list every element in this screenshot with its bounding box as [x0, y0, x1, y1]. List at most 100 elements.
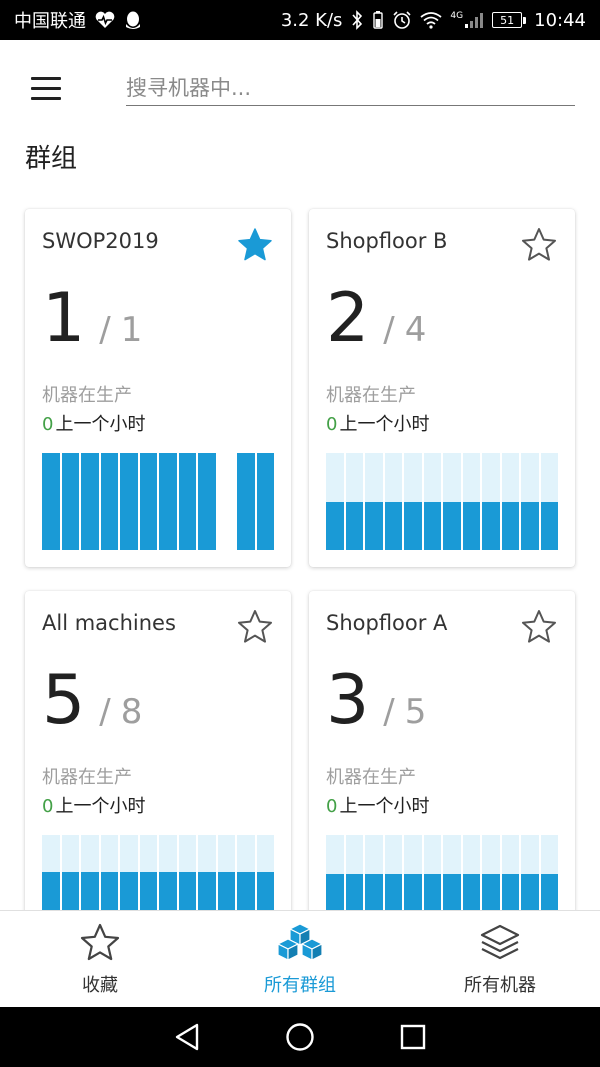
- activity-bar: [384, 453, 402, 550]
- activity-bar-fill: [100, 453, 118, 550]
- vibrate-battery-icon: [372, 10, 384, 30]
- heart-pulse-icon: [94, 11, 116, 29]
- clock: 10:44: [534, 9, 586, 31]
- activity-bar: [139, 453, 157, 550]
- count-separator: /: [99, 692, 111, 732]
- battery-icon: 51: [492, 12, 527, 28]
- menu-line: [31, 76, 61, 80]
- activity-bar-fill: [404, 501, 422, 550]
- activity-bar-fill: [326, 501, 344, 550]
- bottom-nav: 收藏 所有群组 所有机器: [0, 910, 600, 1007]
- activity-bar: [61, 453, 79, 550]
- activity-bar-fill: [198, 453, 216, 550]
- active-count: 1: [42, 279, 86, 358]
- activity-bar: [404, 453, 422, 550]
- group-card-shopfloor-b[interactable]: Shopfloor B 2 / 4 机器在生产 0 上一个小时: [309, 209, 575, 567]
- activity-bar-fill: [482, 501, 500, 550]
- active-count: 5: [42, 661, 86, 740]
- group-name: Shopfloor A: [326, 611, 448, 635]
- last-hour-stat: 0 上一个小时: [326, 410, 429, 436]
- last-hour-label: 上一个小时: [55, 796, 146, 817]
- star-filled-icon[interactable]: [235, 225, 275, 265]
- star-outline-icon[interactable]: [519, 607, 559, 647]
- activity-bar: [237, 453, 255, 550]
- search-box: [126, 70, 575, 106]
- activity-bar: [42, 453, 60, 550]
- activity-bar-fill: [120, 453, 138, 550]
- carrier-name: 中国联通: [14, 11, 86, 32]
- system-nav-bar: [0, 1007, 600, 1067]
- back-triangle-icon[interactable]: [167, 1017, 207, 1057]
- nav-all-machines[interactable]: 所有机器: [400, 911, 600, 1007]
- last-hour-label: 上一个小时: [55, 414, 146, 435]
- cubes-icon: [277, 923, 323, 961]
- activity-bar-fill: [443, 501, 461, 550]
- producing-label: 机器在生产: [42, 767, 132, 788]
- menu-line: [31, 86, 61, 90]
- activity-bar: [178, 453, 196, 550]
- activity-bar: [501, 453, 519, 550]
- total-count: 1: [120, 310, 143, 350]
- battery-tip: [523, 16, 527, 24]
- machine-count: 1 / 1: [42, 285, 142, 353]
- app-bar: [0, 40, 600, 132]
- activity-bar-fill: [237, 453, 255, 550]
- group-card-swop2019[interactable]: SWOP2019 1 / 1 机器在生产 0 上一个小时: [25, 209, 291, 567]
- last-hour-stat: 0 上一个小时: [42, 792, 145, 818]
- status-bar-right: 3.2 K/s 4G 51 10:44: [281, 10, 586, 31]
- producing-label: 机器在生产: [42, 385, 132, 406]
- activity-bar: [159, 453, 177, 550]
- activity-bar-fill: [462, 501, 480, 550]
- group-name: SWOP2019: [42, 229, 159, 253]
- activity-bar: [540, 453, 558, 550]
- activity-bars: [42, 453, 274, 550]
- activity-bar: [423, 453, 441, 550]
- activity-bar: [120, 453, 138, 550]
- activity-bar-fill: [178, 453, 196, 550]
- activity-bar: [462, 453, 480, 550]
- group-name: All machines: [42, 611, 176, 635]
- nav-favorites[interactable]: 收藏: [0, 911, 200, 1007]
- star-outline-icon: [80, 923, 120, 961]
- hamburger-menu-icon[interactable]: [22, 68, 70, 108]
- last-hour-label: 上一个小时: [339, 796, 430, 817]
- count-separator: /: [99, 310, 111, 350]
- activity-bar-fill: [42, 453, 60, 550]
- total-count: 8: [120, 692, 143, 732]
- activity-bar: [100, 453, 118, 550]
- search-input[interactable]: [126, 75, 575, 100]
- last-hour-count: 0: [326, 796, 338, 817]
- nav-all-groups[interactable]: 所有群组: [200, 911, 400, 1007]
- nav-label: 收藏: [82, 975, 118, 996]
- activity-bar-fill: [81, 453, 99, 550]
- activity-bar: [326, 453, 344, 550]
- home-circle-icon[interactable]: [280, 1017, 320, 1057]
- last-hour-label: 上一个小时: [339, 414, 430, 435]
- machine-count: 2 / 4: [326, 285, 426, 353]
- last-hour-count: 0: [42, 414, 54, 435]
- activity-bar-fill: [61, 453, 79, 550]
- producing-label: 机器在生产: [326, 767, 416, 788]
- wifi-icon: [420, 11, 442, 29]
- activity-bar-fill: [139, 453, 157, 550]
- count-separator: /: [383, 310, 395, 350]
- count-separator: /: [383, 692, 395, 732]
- star-outline-icon[interactable]: [235, 607, 275, 647]
- recents-square-icon[interactable]: [393, 1017, 433, 1057]
- activity-bar-fill: [256, 453, 274, 550]
- group-card-all-machines[interactable]: All machines 5 / 8 机器在生产 0 上一个小时: [25, 591, 291, 949]
- activity-bar: [365, 453, 383, 550]
- activity-bars: [326, 453, 558, 550]
- bluetooth-icon: [350, 10, 364, 30]
- activity-bar: [482, 453, 500, 550]
- activity-bar: [443, 453, 461, 550]
- last-hour-stat: 0 上一个小时: [42, 410, 145, 436]
- nav-label: 所有机器: [464, 975, 536, 996]
- activity-bar-fill: [345, 501, 363, 550]
- last-hour-stat: 0 上一个小时: [326, 792, 429, 818]
- machine-count: 3 / 5: [326, 667, 426, 735]
- star-outline-icon[interactable]: [519, 225, 559, 265]
- signal-icon: 4G: [450, 11, 484, 29]
- activity-bar-fill: [540, 501, 558, 550]
- group-card-shopfloor-a[interactable]: Shopfloor A 3 / 5 机器在生产 0 上一个小时: [309, 591, 575, 949]
